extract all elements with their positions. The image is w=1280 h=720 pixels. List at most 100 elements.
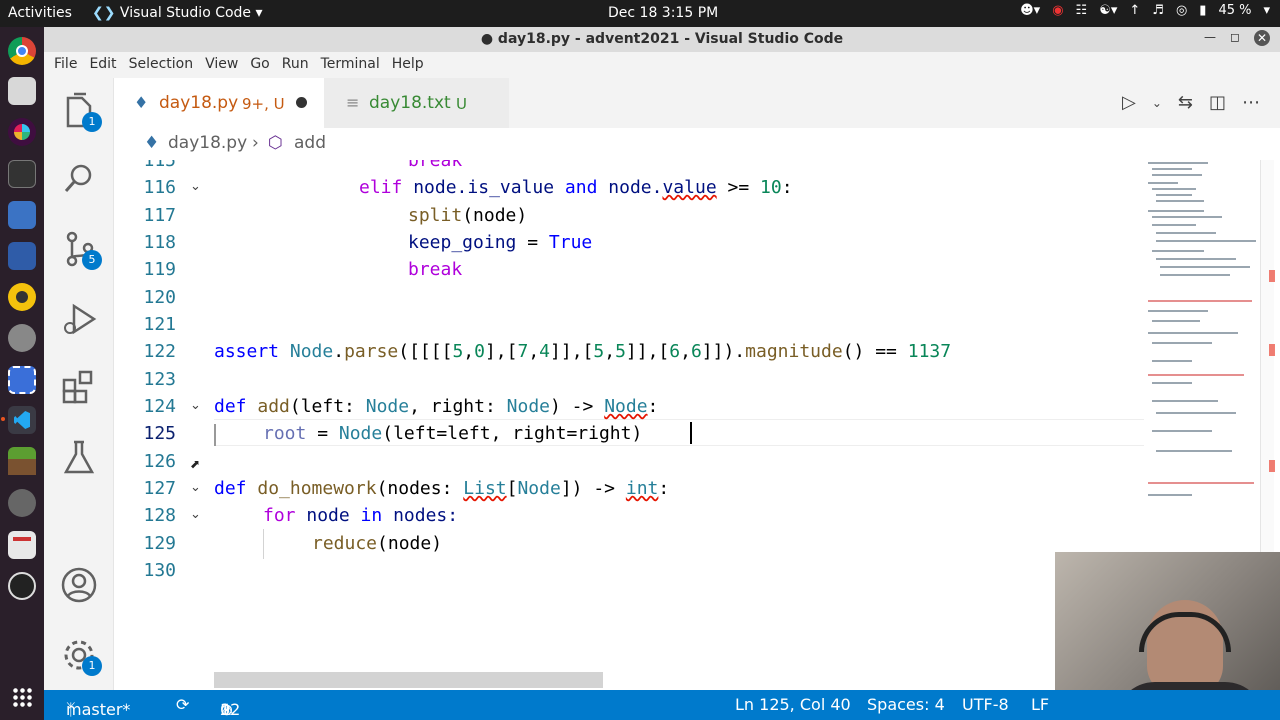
window-title: ● day18.py - advent2021 - Visual Studio … — [480, 31, 844, 47]
token: break — [408, 160, 463, 171]
emoji-indicator-icon[interactable]: ☻▾ — [1020, 3, 1040, 18]
tab-status: U — [456, 95, 467, 113]
token: 6 — [669, 341, 681, 362]
accounts-button[interactable] — [58, 564, 100, 606]
minimize-icon[interactable]: — — [1204, 30, 1216, 46]
slack-icon[interactable] — [8, 118, 36, 146]
explorer-button[interactable]: 1 — [58, 90, 102, 132]
code-line: break — [408, 160, 462, 171]
menu-run[interactable]: Run — [276, 52, 315, 78]
horizontal-scrollbar[interactable] — [214, 672, 603, 688]
fold-chevron-icon[interactable]: ⌄ — [190, 398, 201, 413]
token: , — [463, 341, 475, 362]
minimap[interactable] — [1144, 160, 1260, 510]
breadcrumb-symbol[interactable]: add — [294, 133, 326, 153]
more-actions-icon[interactable]: ⋯ — [1242, 92, 1260, 113]
tool-icon[interactable] — [8, 242, 36, 270]
menu-help[interactable]: Help — [386, 52, 430, 78]
activities-button[interactable]: Activities — [8, 5, 72, 21]
document-viewer-icon[interactable] — [8, 531, 36, 559]
token: Node — [506, 396, 550, 417]
split-editor-icon[interactable]: ◫ — [1209, 92, 1226, 113]
extensions-button[interactable] — [58, 366, 100, 408]
menu-edit[interactable]: Edit — [83, 52, 122, 78]
token: ) -> — [550, 396, 605, 417]
menu-selection[interactable]: Selection — [123, 52, 200, 78]
minimap-line — [1152, 250, 1204, 252]
rhythmbox-icon[interactable] — [8, 283, 36, 311]
settings-app-icon[interactable] — [8, 324, 36, 352]
volume-icon[interactable]: ♬ — [1152, 3, 1164, 18]
maximize-icon[interactable]: ◻ — [1230, 30, 1240, 46]
sync-icon[interactable]: ⟳ — [176, 695, 189, 714]
vscode-small-icon: ❮❯ — [92, 5, 116, 21]
clock[interactable]: Dec 18 3:15 PM — [608, 5, 718, 21]
error-marker — [1269, 270, 1275, 282]
breadcrumb-file[interactable]: day18.py — [168, 133, 247, 153]
end-of-line[interactable]: LF — [1031, 695, 1049, 714]
token: ]],[ — [625, 341, 670, 362]
microphone-icon[interactable]: ◎ — [1176, 3, 1187, 18]
token: def — [214, 396, 247, 417]
fold-chevron-icon[interactable]: ⌄ — [190, 480, 201, 495]
cursor-position[interactable]: Ln 125, Col 40 — [735, 695, 851, 714]
show-applications-icon[interactable] — [12, 687, 32, 707]
app-menu[interactable]: ❮❯ Visual Studio Code ▾ — [92, 5, 263, 21]
window-titlebar[interactable]: ● day18.py - advent2021 - Visual Studio … — [44, 27, 1280, 52]
close-icon[interactable]: ✕ — [1254, 30, 1270, 46]
token: elif — [359, 177, 403, 198]
token: () == — [842, 341, 908, 362]
indicator-icon[interactable]: ☷ — [1076, 3, 1088, 18]
token: Node — [365, 396, 410, 417]
tab-day18-txt[interactable]: ≡ day18.txt U — [324, 78, 509, 128]
chevron-down-icon[interactable]: ⌄ — [1152, 92, 1162, 113]
chevron-down-icon: ▾ — [255, 5, 263, 21]
files-icon[interactable] — [8, 77, 36, 105]
open-changes-icon[interactable]: ⇆ — [1178, 92, 1193, 113]
token: >= — [716, 177, 761, 198]
tab-day18-py[interactable]: ♦ day18.py 9+, U — [114, 78, 324, 128]
unsaved-dot-icon[interactable] — [296, 97, 307, 108]
mouse-pointer-icon: ⬈ — [190, 457, 201, 471]
encoding[interactable]: UTF-8 — [962, 695, 1009, 714]
text-editor-icon[interactable] — [8, 201, 36, 229]
minecraft-icon[interactable] — [8, 447, 36, 475]
run-debug-icon — [64, 303, 97, 335]
fold-chevron-icon[interactable]: ⌄ — [190, 179, 201, 194]
minimap-line — [1148, 482, 1254, 484]
run-debug-button[interactable] — [58, 298, 100, 340]
fold-chevron-icon[interactable]: ⌄ — [190, 507, 201, 522]
obs-icon[interactable] — [8, 572, 36, 600]
chrome-icon[interactable] — [8, 37, 36, 65]
testing-button[interactable] — [58, 436, 100, 478]
system-monitor-icon[interactable] — [8, 160, 36, 188]
token: : — [647, 396, 659, 417]
menu-view[interactable]: View — [199, 52, 244, 78]
software-icon[interactable] — [8, 489, 36, 517]
screenshot-icon[interactable] — [8, 366, 36, 394]
minimap-line — [1148, 162, 1208, 164]
search-button[interactable] — [58, 158, 100, 200]
run-file-icon[interactable]: ▷ — [1122, 92, 1136, 113]
menu-go[interactable]: Go — [244, 52, 275, 78]
minimap-line — [1152, 188, 1196, 190]
manage-button[interactable]: 1 — [58, 634, 102, 676]
vscode-icon[interactable] — [8, 406, 36, 434]
code-line: root = Node(left=left, right=right) — [263, 423, 642, 444]
code-line: keep_going = True — [408, 232, 592, 253]
token: = — [306, 423, 339, 444]
chevron-down-icon[interactable]: ▾ — [1263, 3, 1270, 18]
battery-icon[interactable]: ▮ — [1199, 3, 1206, 18]
menu-file[interactable]: File — [48, 52, 83, 78]
token: (left=left, right=right) — [382, 423, 643, 444]
source-control-button[interactable]: 5 — [58, 228, 102, 270]
chrome-indicator-icon[interactable]: ◉ — [1052, 3, 1063, 18]
wifi-icon[interactable]: ↑ — [1129, 3, 1140, 18]
gnome-top-bar: Activities ❮❯ Visual Studio Code ▾ Dec 1… — [0, 0, 1280, 27]
menu-terminal[interactable]: Terminal — [315, 52, 386, 78]
indentation[interactable]: Spaces: 4 — [867, 695, 945, 714]
error-marker — [1269, 460, 1275, 472]
accessibility-icon[interactable]: ☯▾ — [1099, 3, 1117, 18]
token: 5 — [452, 341, 464, 362]
minimap-line — [1152, 430, 1212, 432]
